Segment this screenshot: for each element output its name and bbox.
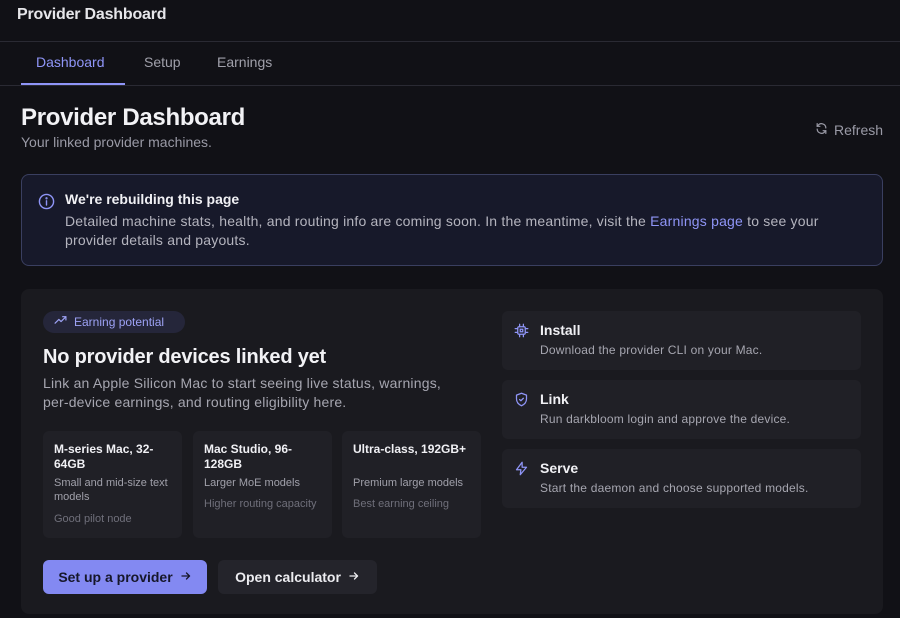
tier-description: Premium large models (353, 477, 464, 489)
tier-card-ultra-class: Ultra-class, 192GB+ Premium large models… (342, 431, 481, 538)
page-title: Provider Dashboard (21, 104, 245, 131)
tab-earnings[interactable]: Earnings (217, 42, 272, 86)
top-bar: Provider Dashboard (0, 0, 900, 42)
earnings-page-link[interactable]: Earnings page (650, 213, 743, 229)
notice-text-before: Detailed machine stats, health, and rout… (65, 213, 651, 229)
step-serve: Serve Start the daemon and choose suppor… (502, 449, 861, 508)
step-title: Install (540, 322, 581, 338)
refresh-label: Refresh (834, 122, 884, 138)
shield-check-icon (514, 392, 529, 412)
arrow-right-icon (348, 569, 360, 585)
tier-name: M-series Mac, 32-64GB (54, 442, 154, 471)
active-tab-indicator (21, 83, 125, 85)
step-link: Link Run darkbloom login and approve the… (502, 380, 861, 439)
tab-dashboard[interactable]: Dashboard (36, 42, 105, 86)
setup-provider-button[interactable]: Set up a provider (43, 560, 207, 594)
rebuild-notice: We're rebuilding this page Detailed mach… (21, 174, 883, 266)
tier-name: Mac Studio, 96-128GB (204, 442, 293, 471)
notice-title: We're rebuilding this page (65, 191, 240, 207)
tier-name: Ultra-class, 192GB+ (353, 442, 467, 456)
empty-state-title: No provider devices linked yet (43, 346, 326, 368)
arrow-right-icon (180, 569, 192, 585)
tier-note: Best earning ceiling (353, 498, 450, 510)
open-calculator-label: Open calculator (235, 569, 341, 585)
notice-body: Detailed machine stats, health, and rout… (65, 212, 865, 250)
step-description: Download the provider CLI on your Mac. (540, 343, 763, 357)
tier-note: Good pilot node (54, 513, 132, 525)
badge-label: Earning potential (74, 315, 165, 329)
tier-note: Higher routing capacity (204, 498, 317, 510)
tier-card-m-series: M-series Mac, 32-64GB Small and mid-size… (43, 431, 182, 538)
page-subtitle: Your linked provider machines. (21, 134, 212, 150)
step-description: Start the daemon and choose supported mo… (540, 481, 809, 495)
empty-state-description: Link an Apple Silicon Mac to start seein… (43, 375, 441, 410)
tab-setup[interactable]: Setup (144, 42, 181, 86)
tier-card-mac-studio: Mac Studio, 96-128GB Larger MoE models H… (193, 431, 332, 538)
info-icon (38, 193, 55, 215)
step-title: Serve (540, 460, 579, 476)
chip-icon (514, 323, 529, 343)
open-calculator-button[interactable]: Open calculator (218, 560, 377, 594)
refresh-icon (815, 122, 828, 138)
app-title: Provider Dashboard (17, 6, 167, 23)
step-description: Run darkbloom login and approve the devi… (540, 412, 791, 426)
step-title: Link (540, 391, 569, 407)
trending-up-icon (54, 314, 67, 330)
earning-potential-badge: Earning potential (43, 311, 185, 333)
tab-bar: Dashboard Setup Earnings (0, 42, 900, 86)
setup-provider-label: Set up a provider (58, 569, 173, 585)
tier-description: Small and mid-size text models (54, 477, 168, 503)
lightning-icon (514, 461, 529, 481)
step-install: Install Download the provider CLI on you… (502, 311, 861, 370)
tier-description: Larger MoE models (204, 477, 300, 489)
refresh-button[interactable]: Refresh (815, 121, 883, 139)
